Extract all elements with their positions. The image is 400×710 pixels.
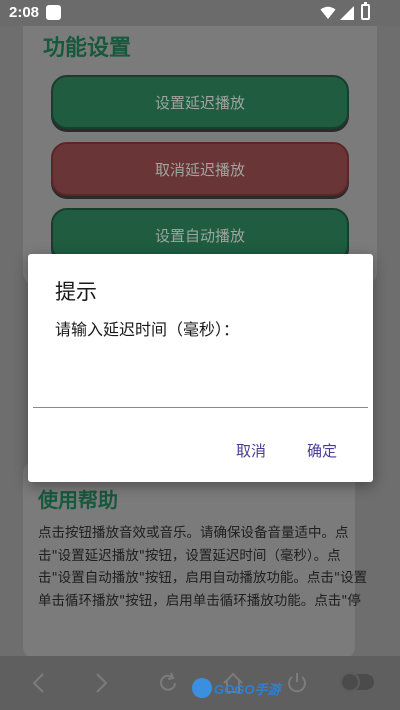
dialog-message: 请输入延迟时间（毫秒）：: [55, 320, 240, 339]
toggle-knob[interactable]: [340, 672, 360, 692]
dialog-title: 提示: [55, 280, 97, 304]
help-title: 使用帮助: [38, 490, 118, 512]
section-title: 功能设置: [43, 35, 132, 60]
delay-input-dialog: 提示 请输入延迟时间（毫秒）： 取消 确定: [28, 254, 373, 482]
notification-box-icon: [46, 5, 61, 20]
delay-time-input[interactable]: [33, 370, 368, 408]
watermark-text: GOGO手游: [214, 681, 281, 697]
signal-icon: [340, 6, 354, 20]
watermark-circle-icon: [192, 678, 212, 698]
watermark-logo: GOGO手游: [192, 676, 280, 700]
status-time: 2:08: [9, 4, 40, 21]
cancel-delay-play-button[interactable]: 取消延迟播放: [51, 142, 349, 196]
settings-panel: 功能设置 设置延迟播放 取消延迟播放 设置自动播放: [23, 26, 377, 286]
refresh-icon[interactable]: [154, 669, 182, 697]
cancel-button[interactable]: 取消: [236, 440, 266, 461]
power-icon[interactable]: [283, 669, 311, 697]
confirm-button[interactable]: 确定: [307, 440, 337, 461]
help-text: 点击按钮播放音效或音乐。请确保设备音量适中。点击"设置延迟播放"按钮，设置延迟时…: [38, 525, 368, 609]
wifi-icon: [320, 6, 336, 19]
set-delay-play-button[interactable]: 设置延迟播放: [51, 75, 349, 129]
forward-icon[interactable]: [88, 669, 116, 697]
back-icon[interactable]: [24, 669, 52, 697]
battery-icon: [361, 2, 370, 20]
status-bar: 2:08: [0, 0, 400, 26]
